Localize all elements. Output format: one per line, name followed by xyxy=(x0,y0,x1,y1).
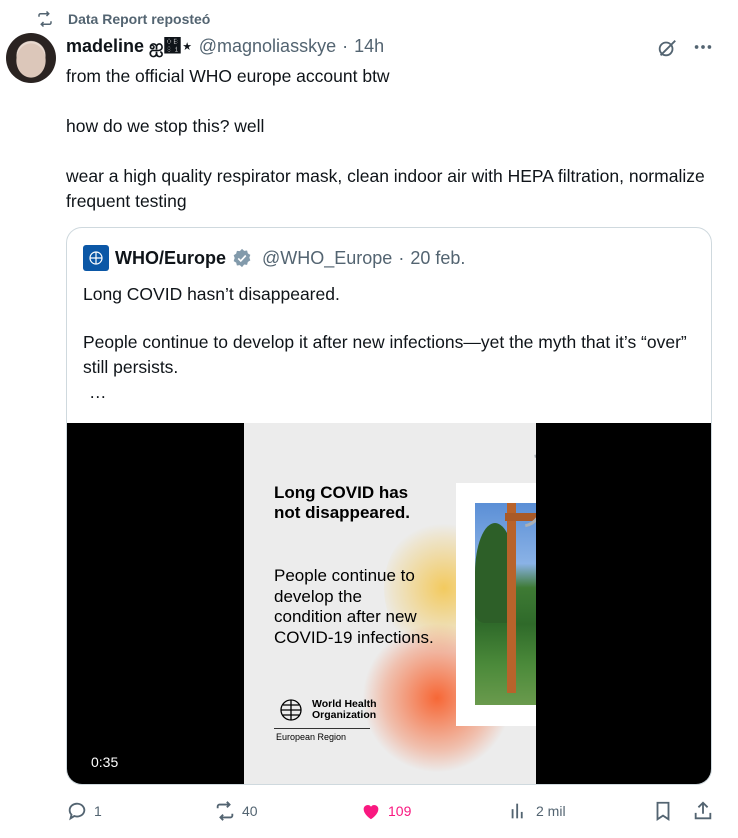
like-count: 109 xyxy=(388,803,412,819)
views-icon xyxy=(511,803,523,819)
quoted-author-name[interactable]: WHO/Europe xyxy=(115,248,226,269)
quoted-date[interactable]: 20 feb. xyxy=(410,248,465,269)
who-emblem-icon xyxy=(89,251,103,265)
tweet-text: from the official WHO europe account btw… xyxy=(66,64,716,214)
who-region: European Region xyxy=(276,732,347,742)
tweet-line: wear a high quality respirator mask, cle… xyxy=(66,166,705,211)
separator-dot: · xyxy=(398,247,405,268)
bookmark-button[interactable] xyxy=(652,800,674,822)
repost-label: Data Report reposteó xyxy=(68,11,211,27)
repost-button[interactable]: 40 xyxy=(214,800,258,822)
repost-icon xyxy=(38,10,52,28)
like-icon xyxy=(363,805,379,820)
quoted-tweet[interactable]: WHO/Europe @WHO_Europe · 20 feb. Long CO… xyxy=(66,227,712,785)
tweet-line: from the official WHO europe account btw xyxy=(66,66,390,86)
views-count: 2 mil xyxy=(536,803,566,819)
avatar[interactable] xyxy=(6,33,56,83)
park-photo xyxy=(475,503,536,705)
views-button[interactable]: 2 mil xyxy=(508,800,566,822)
quoted-line: People continue to develop it after new … xyxy=(83,332,687,377)
tweet-line: how do we stop this? well xyxy=(66,116,265,136)
repost-icon xyxy=(216,801,234,821)
reply-count: 1 xyxy=(94,803,102,819)
who-org-name: World Health Organization xyxy=(312,698,377,721)
video-player[interactable]: Long COVID has not disappeared. People c… xyxy=(67,423,711,784)
show-more-ellipsis[interactable]: … xyxy=(83,380,703,405)
bookmark-icon xyxy=(656,801,670,821)
video-duration: 0:35 xyxy=(91,754,119,770)
tweet-header: madeline ஐ஁⋆ @magnoliasskye · 14h xyxy=(66,36,384,59)
grok-icon[interactable] xyxy=(656,37,678,59)
verified-icon xyxy=(233,248,251,268)
video-subline: People continue to develop the condition… xyxy=(274,566,434,647)
author-name[interactable]: madeline ஐ஁⋆ xyxy=(66,36,193,59)
who-emblem-icon xyxy=(280,699,302,721)
reply-icon xyxy=(68,802,86,821)
tweet-time[interactable]: 14h xyxy=(354,36,384,57)
quoted-line: Long COVID hasn’t disappeared. xyxy=(83,284,340,304)
share-icon xyxy=(694,801,712,820)
more-icon[interactable] xyxy=(692,36,714,58)
repost-count: 40 xyxy=(242,803,258,819)
action-bar: 1 40 109 2 mil xyxy=(0,800,738,830)
who-avatar[interactable] xyxy=(83,245,109,271)
reply-button[interactable]: 1 xyxy=(66,800,102,822)
quoted-header: WHO/Europe @WHO_Europe · 20 feb. xyxy=(83,245,465,271)
who-logo: World Health Organization xyxy=(274,696,382,724)
share-button[interactable] xyxy=(692,800,714,822)
author-handle[interactable]: @magnoliasskye xyxy=(199,36,336,57)
separator-dot: · xyxy=(342,36,349,56)
repost-context[interactable]: Data Report reposteó xyxy=(36,10,210,28)
quoted-author-handle[interactable]: @WHO_Europe xyxy=(262,248,392,269)
quoted-text: Long COVID hasn’t disappeared. People co… xyxy=(83,282,703,405)
video-headline: Long COVID has not disappeared. xyxy=(274,483,411,522)
video-frame: Long COVID has not disappeared. People c… xyxy=(244,423,536,784)
like-button[interactable]: 109 xyxy=(360,800,411,822)
